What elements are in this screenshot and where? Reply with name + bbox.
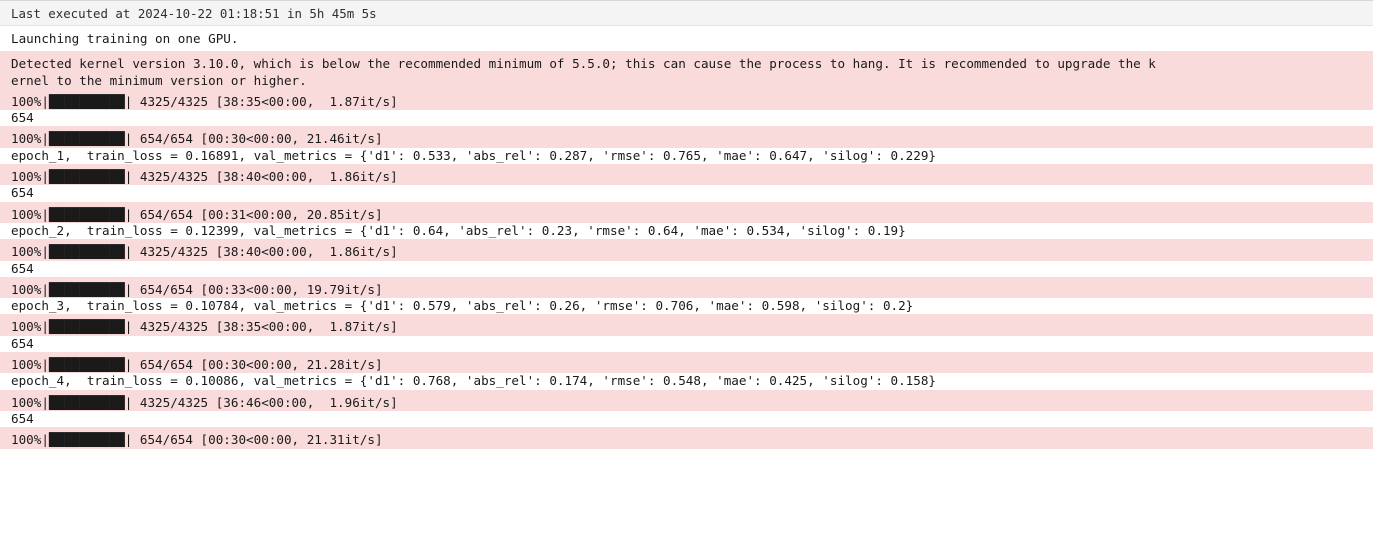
stdout-log-line: 654 xyxy=(0,410,1373,428)
stdout-log-line: epoch_2, train_loss = 0.12399, val_metri… xyxy=(0,222,1373,240)
progress-bar-line: 100%|██████████| 4325/4325 [38:35<00:00,… xyxy=(0,88,1373,111)
stdout-log-line: epoch_1, train_loss = 0.16891, val_metri… xyxy=(0,147,1373,165)
stdout-launch-message: Launching training on one GPU. xyxy=(0,26,1373,52)
progress-bar-line: 100%|██████████| 654/654 [00:30<00:00, 2… xyxy=(0,126,1373,148)
cell-output-area: Launching training on one GPU. Detected … xyxy=(0,26,1373,449)
progress-bar-line: 100%|██████████| 4325/4325 [38:40<00:00,… xyxy=(0,239,1373,261)
progress-log-lines: 100%|██████████| 4325/4325 [38:35<00:00,… xyxy=(0,88,1373,449)
progress-bar-line: 100%|██████████| 4325/4325 [36:46<00:00,… xyxy=(0,389,1373,411)
execution-header-bar: Last executed at 2024-10-22 01:18:51 in … xyxy=(0,0,1373,26)
stdout-log-line: epoch_3, train_loss = 0.10784, val_metri… xyxy=(0,298,1373,315)
progress-bar-line: 100%|██████████| 4325/4325 [38:40<00:00,… xyxy=(0,164,1373,186)
stderr-kernel-warning-line-2: ernel to the minimum version or higher. xyxy=(0,72,1373,89)
stdout-log-line: epoch_4, train_loss = 0.10086, val_metri… xyxy=(0,373,1373,390)
stdout-log-line: 654 xyxy=(0,185,1373,202)
progress-bar-line: 100%|██████████| 654/654 [00:31<00:00, 2… xyxy=(0,201,1373,223)
last-executed-label: Last executed at 2024-10-22 01:18:51 in … xyxy=(11,5,377,21)
stdout-log-line: 654 xyxy=(0,260,1373,277)
progress-bar-line: 100%|██████████| 654/654 [00:30<00:00, 2… xyxy=(0,352,1373,374)
stdout-log-line: 654 xyxy=(0,335,1373,353)
progress-bar-line: 100%|██████████| 654/654 [00:30<00:00, 2… xyxy=(0,427,1373,449)
stderr-kernel-warning-line-1: Detected kernel version 3.10.0, which is… xyxy=(0,51,1373,73)
stdout-log-line: 654 xyxy=(0,110,1373,127)
progress-bar-line: 100%|██████████| 654/654 [00:33<00:00, 1… xyxy=(0,276,1373,299)
progress-bar-line: 100%|██████████| 4325/4325 [38:35<00:00,… xyxy=(0,314,1373,336)
